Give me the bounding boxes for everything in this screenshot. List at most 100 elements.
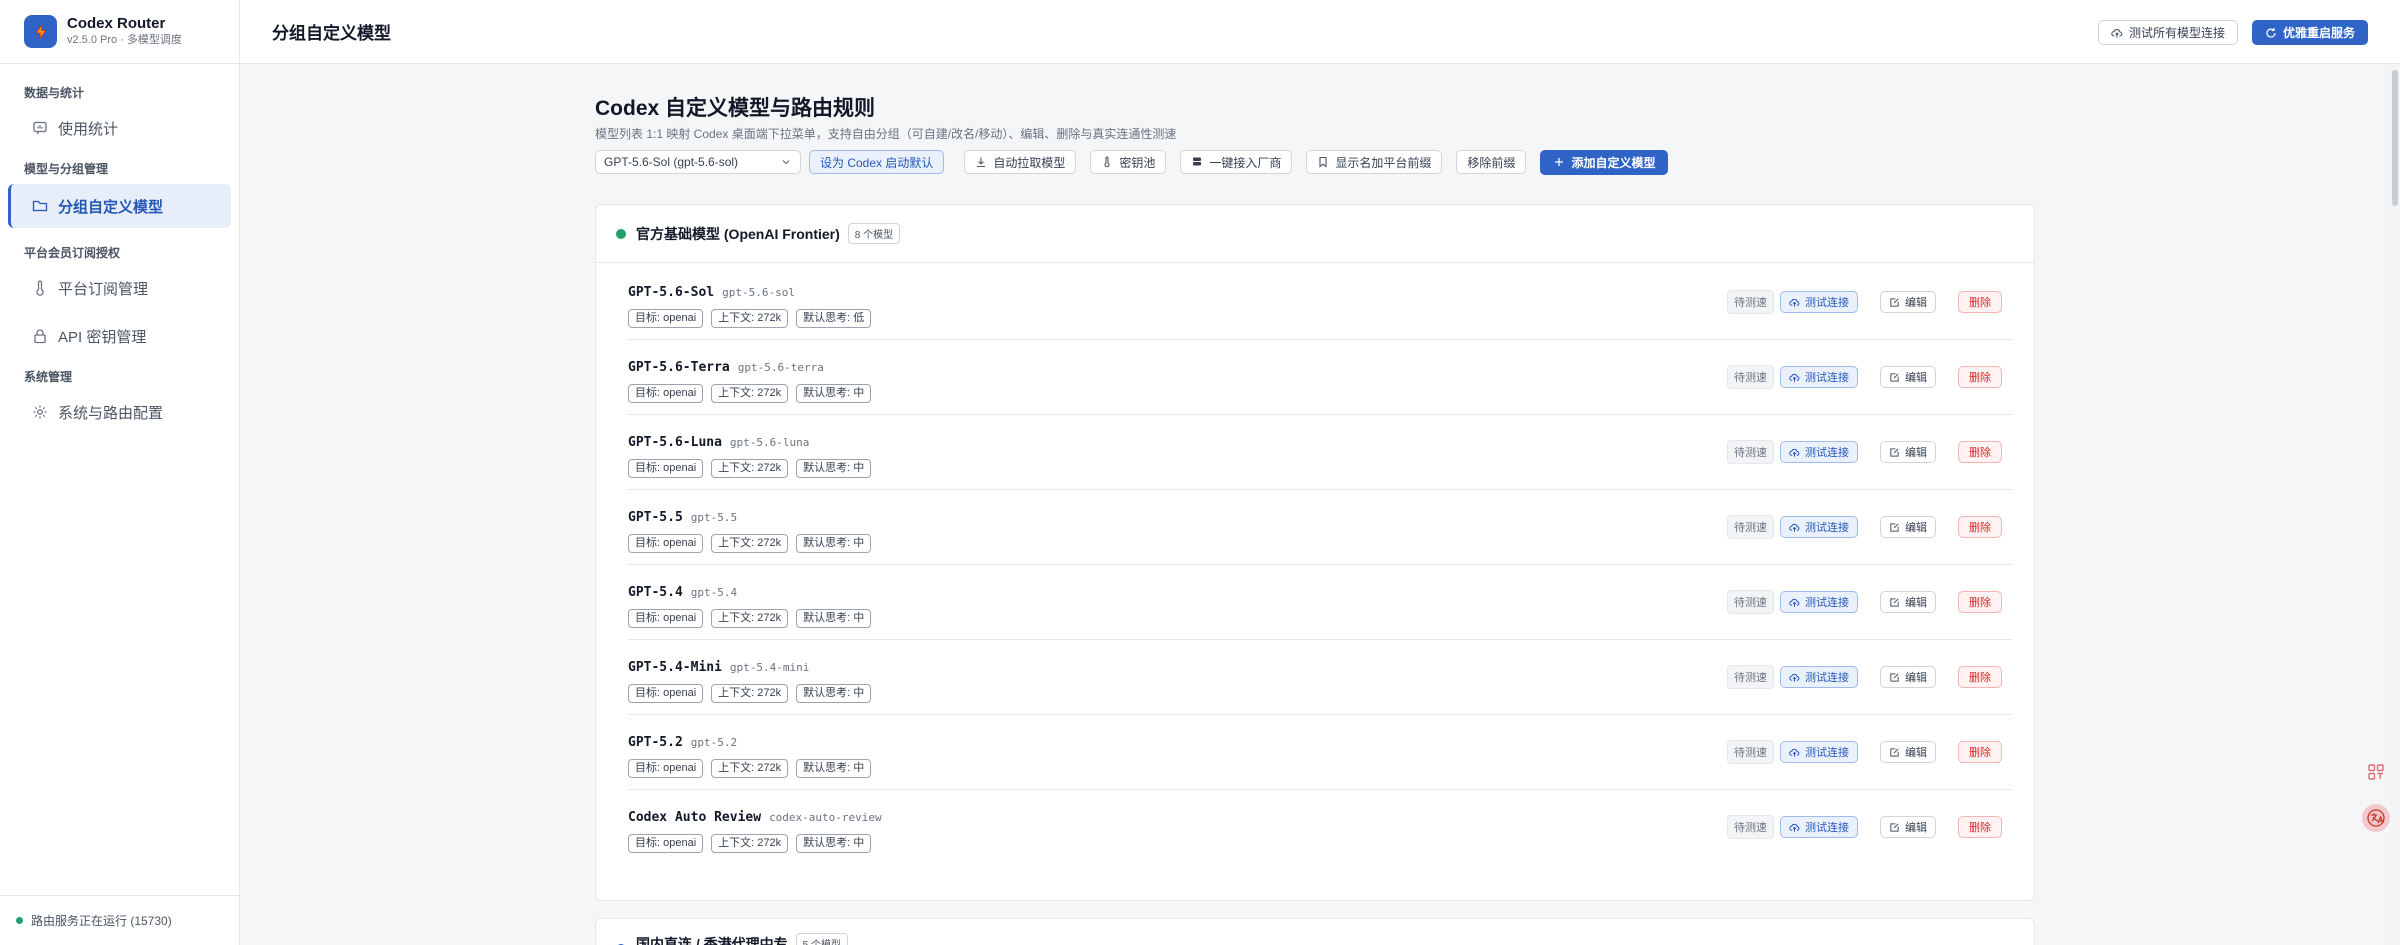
- sidebar: Codex Router v2.5.0 Pro · 多模型调度 数据与统计 使用…: [0, 0, 240, 945]
- model-group-panel: 官方基础模型 (OpenAI Frontier) 8 个模型 GPT-5.6-S…: [595, 204, 2035, 901]
- brand-version: v2.5.0 Pro · 多模型调度: [67, 34, 182, 46]
- test-connection-button[interactable]: 测试连接: [1780, 291, 1858, 313]
- show-platform-prefix-button[interactable]: 显示名加平台前缀: [1306, 150, 1443, 174]
- latency-status: 待测速: [1727, 740, 1774, 764]
- test-label: 测试连接: [1805, 297, 1849, 309]
- brand-header: Codex Router v2.5.0 Pro · 多模型调度: [0, 0, 239, 64]
- target-tag: 目标: openai: [628, 384, 704, 403]
- delete-button[interactable]: 删除: [1958, 741, 2002, 763]
- model-tags: 目标: openai 上下文: 272k 默认思考: 中: [628, 459, 872, 478]
- test-all-connections-button[interactable]: 测试所有模型连接: [2097, 20, 2238, 45]
- test-connection-button[interactable]: 测试连接: [1780, 516, 1858, 538]
- thinking-tag: 默认思考: 中: [796, 834, 872, 853]
- delete-button[interactable]: 删除: [1958, 816, 2002, 838]
- sidebar-item-api-keys[interactable]: API 密钥管理: [8, 316, 231, 356]
- topbar: 分组自定义模型 测试所有模型连接 优雅重启服务: [240, 0, 2400, 64]
- key-pool-button[interactable]: 密钥池: [1090, 150, 1167, 174]
- edit-label: 编辑: [1905, 822, 1927, 834]
- model-display-name: GPT-5.4-Mini: [628, 660, 722, 675]
- add-custom-model-button[interactable]: 添加自定义模型: [1540, 149, 1669, 175]
- translate-icon[interactable]: [2362, 804, 2390, 832]
- main-content: Codex 自定义模型与路由规则 模型列表 1:1 映射 Codex 桌面端下拉…: [595, 96, 2035, 945]
- latency-status: 待测速: [1727, 815, 1774, 839]
- model-row: GPT-5.4-Mini gpt-5.4-mini 目标: openai 上下文:…: [628, 640, 2012, 715]
- thinking-tag: 默认思考: 中: [796, 684, 872, 703]
- selected-model: GPT-5.6-Sol (gpt-5.6-sol): [604, 155, 739, 169]
- model-tags: 目标: openai 上下文: 272k 默认思考: 中: [628, 759, 872, 778]
- test-connection-button[interactable]: 测试连接: [1780, 741, 1858, 763]
- model-name: Codex Auto Review codex-auto-review: [628, 810, 882, 825]
- edit-button[interactable]: 编辑: [1880, 441, 1936, 463]
- model-count-badge: 5 个模型: [795, 933, 849, 945]
- edit-button[interactable]: 编辑: [1880, 291, 1936, 313]
- sidebar-item-system-config[interactable]: 系统与路由配置: [8, 392, 231, 432]
- model-row: Codex Auto Review codex-auto-review 目标: o…: [628, 790, 2012, 865]
- test-label: 测试连接: [1805, 822, 1849, 834]
- model-row: GPT-5.2 gpt-5.2 目标: openai 上下文: 272k 默认思考…: [628, 715, 2012, 790]
- model-name: GPT-5.4 gpt-5.4: [628, 585, 737, 600]
- graceful-restart-button[interactable]: 优雅重启服务: [2251, 20, 2368, 45]
- delete-button[interactable]: 删除: [1958, 441, 2002, 463]
- row-actions: 待测速 测试连接 编辑 删除: [1727, 740, 2002, 764]
- qr-grid-icon[interactable]: [2362, 758, 2390, 786]
- model-name: GPT-5.5 gpt-5.5: [628, 510, 737, 525]
- refresh-icon: [2266, 27, 2276, 38]
- set-codex-default-button[interactable]: 设为 Codex 启动默认: [809, 150, 945, 174]
- test-connection-button[interactable]: 测试连接: [1780, 666, 1858, 688]
- context-tag: 上下文: 272k: [711, 384, 789, 403]
- edit-button[interactable]: 编辑: [1880, 516, 1936, 538]
- nav-group-stats: 数据与统计: [24, 86, 85, 100]
- model-id: gpt-5.6-sol: [722, 286, 795, 299]
- remove-prefix-button[interactable]: 移除前缀: [1456, 150, 1527, 174]
- cloud-upload-icon: [1789, 448, 1800, 457]
- section-title: Codex 自定义模型与路由规则: [595, 97, 876, 120]
- connect-vendor-button[interactable]: 一键接入厂商: [1180, 150, 1293, 174]
- edit-button[interactable]: 编辑: [1880, 816, 1936, 838]
- auto-pull-models-button[interactable]: 自动拉取模型: [964, 150, 1077, 174]
- test-connection-button[interactable]: 测试连接: [1780, 591, 1858, 613]
- vertical-scrollbar[interactable]: [2390, 64, 2400, 945]
- download-icon: [977, 157, 986, 168]
- delete-button[interactable]: 删除: [1958, 366, 2002, 388]
- bookmark-icon: [1319, 156, 1327, 168]
- sidebar-item-platform-subscription[interactable]: 平台订阅管理: [8, 268, 231, 308]
- test-connection-button[interactable]: 测试连接: [1780, 366, 1858, 388]
- restart-label: 优雅重启服务: [2282, 26, 2355, 40]
- test-connection-button[interactable]: 测试连接: [1780, 441, 1858, 463]
- edit-button[interactable]: 编辑: [1880, 591, 1936, 613]
- delete-button[interactable]: 删除: [1958, 291, 2002, 313]
- test-label: 测试连接: [1805, 747, 1849, 759]
- delete-button[interactable]: 删除: [1958, 591, 2002, 613]
- edit-icon: [1890, 822, 1899, 832]
- test-label: 测试连接: [1805, 672, 1849, 684]
- folder-icon: [32, 198, 48, 214]
- edit-button[interactable]: 编辑: [1880, 741, 1936, 763]
- panel-title: 国内直连 / 香港代理中专: [636, 936, 788, 945]
- scrollbar-thumb[interactable]: [2392, 70, 2398, 206]
- delete-button[interactable]: 删除: [1958, 516, 2002, 538]
- sidebar-item-group-models[interactable]: 分组自定义模型: [8, 184, 231, 228]
- model-row: GPT-5.6-Terra gpt-5.6-terra 目标: openai 上下…: [628, 340, 2012, 415]
- plus-icon: [1555, 158, 1564, 166]
- edit-icon: [1890, 672, 1899, 682]
- lock-icon: [32, 328, 48, 344]
- panel-header: 国内直连 / 香港代理中专 5 个模型: [596, 919, 2034, 945]
- model-id: codex-auto-review: [769, 811, 882, 824]
- test-connection-button[interactable]: 测试连接: [1780, 816, 1858, 838]
- cloud-upload-icon: [2111, 28, 2123, 37]
- section-subtitle: 模型列表 1:1 映射 Codex 桌面端下拉菜单，支持自由分组（可自建/改名/…: [595, 127, 1177, 141]
- edit-icon: [1890, 447, 1899, 457]
- sidebar-item-usage-stats[interactable]: 使用统计: [8, 108, 231, 148]
- edit-button[interactable]: 编辑: [1880, 366, 1936, 388]
- thinking-tag: 默认思考: 中: [796, 609, 872, 628]
- model-name: GPT-5.4-Mini gpt-5.4-mini: [628, 660, 809, 675]
- default-model-select[interactable]: GPT-5.6-Sol (gpt-5.6-sol): [595, 150, 801, 174]
- context-tag: 上下文: 272k: [711, 309, 789, 328]
- edit-label: 编辑: [1905, 297, 1927, 309]
- nav-group-models: 模型与分组管理: [24, 162, 109, 176]
- delete-button[interactable]: 删除: [1958, 666, 2002, 688]
- edit-label: 编辑: [1905, 672, 1927, 684]
- edit-button[interactable]: 编辑: [1880, 666, 1936, 688]
- context-tag: 上下文: 272k: [711, 534, 789, 553]
- row-actions: 待测速 测试连接 编辑 删除: [1727, 515, 2002, 539]
